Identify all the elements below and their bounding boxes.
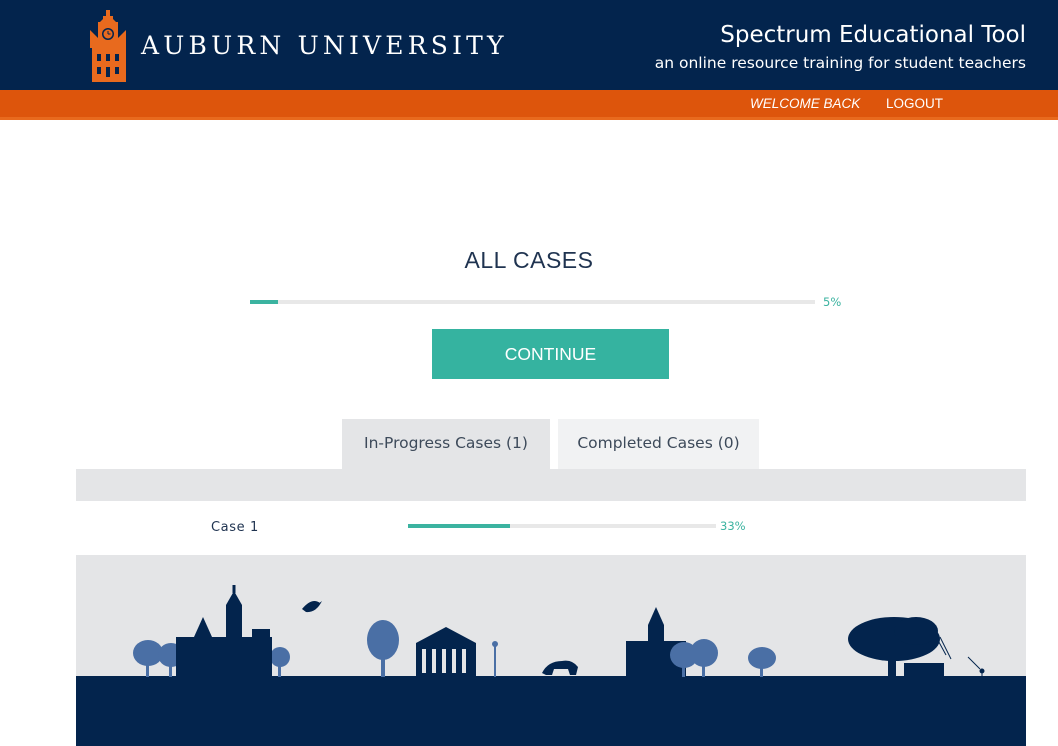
overall-progress-bar <box>250 300 815 304</box>
case-progress-bar <box>408 524 716 528</box>
page-title: ALL CASES <box>464 247 594 273</box>
clock-tower-logo-icon[interactable] <box>86 8 130 82</box>
nav-bar-underline <box>0 117 1058 120</box>
continue-button[interactable]: CONTINUE <box>432 329 669 379</box>
case-name[interactable]: Case 1 <box>211 520 259 535</box>
app-subtitle: an online resource training for student … <box>654 54 1026 72</box>
site-header: AUBURN UNIVERSITY Spectrum Educational T… <box>0 0 1058 90</box>
overall-progress-label: 5% <box>823 295 842 309</box>
tab-panel-header <box>76 469 1026 501</box>
logout-link[interactable]: LOGOUT <box>886 96 943 111</box>
campus-skyline-illustration <box>76 555 1026 746</box>
university-logo-text[interactable]: AUBURN UNIVERSITY <box>141 31 508 60</box>
case-progress-fill <box>408 524 510 528</box>
tab-completed-cases[interactable]: Completed Cases (0) <box>558 419 759 469</box>
tab-in-progress-cases[interactable]: In-Progress Cases (1) <box>342 419 550 469</box>
case-row[interactable]: Case 1 33% <box>76 501 1026 555</box>
welcome-text: WELCOME BACK <box>750 96 861 111</box>
overall-progress-fill <box>250 300 279 304</box>
app-title: Spectrum Educational Tool <box>720 22 1026 48</box>
case-progress-label: 33% <box>720 519 746 533</box>
